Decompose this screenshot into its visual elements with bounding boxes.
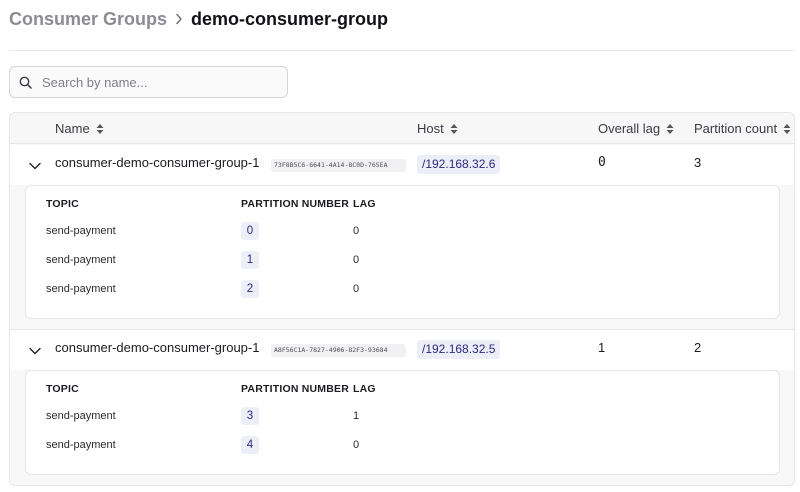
page-title: demo-consumer-group (191, 8, 389, 29)
partition-panel-container: TOPIC PARTITION NUMBER LAG send-payment … (10, 185, 794, 329)
partition-topic: send-payment (46, 283, 116, 295)
table-header: Name Host Overall lag Partition count (10, 113, 794, 144)
search-input[interactable] (42, 74, 262, 90)
search-icon (19, 76, 32, 89)
partition-lag: 0 (353, 254, 360, 266)
subcolumn-partition-number: PARTITION NUMBER (241, 198, 349, 210)
sort-icon[interactable] (666, 123, 674, 135)
partition-number-badge: 3 (241, 407, 259, 425)
sort-icon[interactable] (450, 123, 458, 135)
subcolumn-lag: LAG (353, 383, 376, 395)
column-overall-lag-label: Overall lag (598, 121, 661, 136)
partition-panel-container: TOPIC PARTITION NUMBER LAG send-payment … (10, 370, 794, 485)
partition-lag: 0 (353, 225, 360, 237)
chevron-right-icon (167, 13, 191, 25)
partition-lag: 0 (353, 283, 360, 295)
partition-number-badge: 1 (241, 251, 259, 269)
column-header-overall-lag[interactable]: Overall lag (598, 113, 674, 144)
column-partition-count-label: Partition count (694, 121, 778, 136)
table-row[interactable]: consumer-demo-consumer-group-1 A8F56C1A-… (10, 330, 794, 370)
partition-number-badge: 0 (241, 222, 259, 240)
partition-number-badge: 4 (241, 436, 259, 454)
partition-topic: send-payment (46, 410, 116, 422)
partition-count-value: 2 (694, 340, 702, 355)
sort-icon[interactable] (96, 123, 104, 135)
consumer-id-badge: 73F8B5C6-6641-4A14-8C0D-765EA (271, 159, 406, 172)
partition-topic: send-payment (46, 439, 116, 451)
column-header-name[interactable]: Name (55, 113, 104, 144)
partition-count-value: 3 (694, 155, 702, 170)
chevron-down-icon[interactable] (28, 159, 42, 173)
partition-subtable: TOPIC PARTITION NUMBER LAG send-payment … (25, 370, 780, 475)
header-divider (9, 50, 795, 51)
subcolumn-lag: LAG (353, 198, 376, 210)
overall-lag-value: 1 (598, 340, 606, 355)
search-box[interactable] (9, 66, 288, 98)
breadcrumb-consumer-groups-link[interactable]: Consumer Groups (9, 9, 167, 30)
subcolumn-topic: TOPIC (46, 383, 79, 395)
partition-lag: 0 (353, 439, 360, 451)
partition-subtable: TOPIC PARTITION NUMBER LAG send-payment … (25, 185, 780, 319)
sort-icon[interactable] (783, 123, 791, 135)
overall-lag-value: 0 (598, 155, 606, 170)
subcolumn-partition-number: PARTITION NUMBER (241, 383, 349, 395)
breadcrumb: Consumer Groups demo-consumer-group (9, 6, 388, 32)
consumer-table: Name Host Overall lag Partition count co… (9, 112, 795, 486)
partition-topic: send-payment (46, 254, 116, 266)
column-header-partition-count[interactable]: Partition count (694, 113, 791, 144)
consumer-name: consumer-demo-consumer-group-1 (55, 340, 260, 355)
subcolumn-topic: TOPIC (46, 198, 79, 210)
partition-lag: 1 (353, 410, 360, 422)
column-host-label: Host (417, 121, 444, 136)
partition-number-badge: 2 (241, 280, 259, 298)
partition-topic: send-payment (46, 225, 116, 237)
column-name-label: Name (55, 121, 90, 136)
table-row[interactable]: consumer-demo-consumer-group-1 73F8B5C6-… (10, 145, 794, 185)
consumer-id-badge: A8F56C1A-7827-4906-82F3-93684 (271, 344, 406, 357)
consumer-name: consumer-demo-consumer-group-1 (55, 155, 260, 170)
host-badge: /192.168.32.5 (417, 340, 501, 359)
column-header-host[interactable]: Host (417, 113, 458, 144)
chevron-down-icon[interactable] (28, 344, 42, 358)
host-badge: /192.168.32.6 (417, 155, 501, 174)
